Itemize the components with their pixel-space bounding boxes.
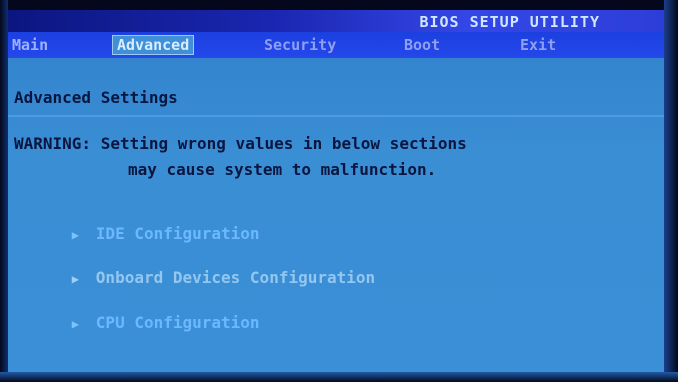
tab-main[interactable]: Main <box>8 35 52 55</box>
warning-text-line-1: WARNING: Setting wrong values in below s… <box>14 134 467 153</box>
monitor-bezel-left <box>0 0 8 382</box>
tab-exit[interactable]: Exit <box>516 35 560 55</box>
tab-boot[interactable]: Boot <box>400 35 444 55</box>
advanced-settings-panel: Advanced Settings WARNING: Setting wrong… <box>8 58 664 372</box>
submenu-label: IDE Configuration <box>95 224 260 243</box>
utility-title: BIOS SETUP UTILITY <box>419 13 600 31</box>
divider <box>8 115 664 117</box>
tab-advanced[interactable]: Advanced <box>112 35 195 55</box>
monitor-bezel-top <box>0 0 678 10</box>
submenu-label: Onboard Devices Configuration <box>95 268 376 287</box>
page-title: Advanced Settings <box>14 88 178 107</box>
submenu-label: CPU Configuration <box>95 313 260 332</box>
monitor-bezel-bottom <box>0 372 678 382</box>
triangle-right-icon: ▶ <box>71 228 80 242</box>
warning-text-line-2: may cause system to malfunction. <box>128 160 437 179</box>
bios-screen: BIOS SETUP UTILITY Main Advanced Securit… <box>0 0 678 382</box>
menu-bar: Main Advanced Security Boot Exit <box>8 32 664 58</box>
tab-security[interactable]: Security <box>260 35 340 55</box>
triangle-right-icon: ▶ <box>71 317 80 331</box>
title-bar: BIOS SETUP UTILITY <box>8 10 664 32</box>
triangle-right-icon: ▶ <box>71 272 80 286</box>
monitor-bezel-right <box>664 0 678 382</box>
submenu-cpu-configuration[interactable]: ▶ CPU Configuration <box>14 294 260 351</box>
